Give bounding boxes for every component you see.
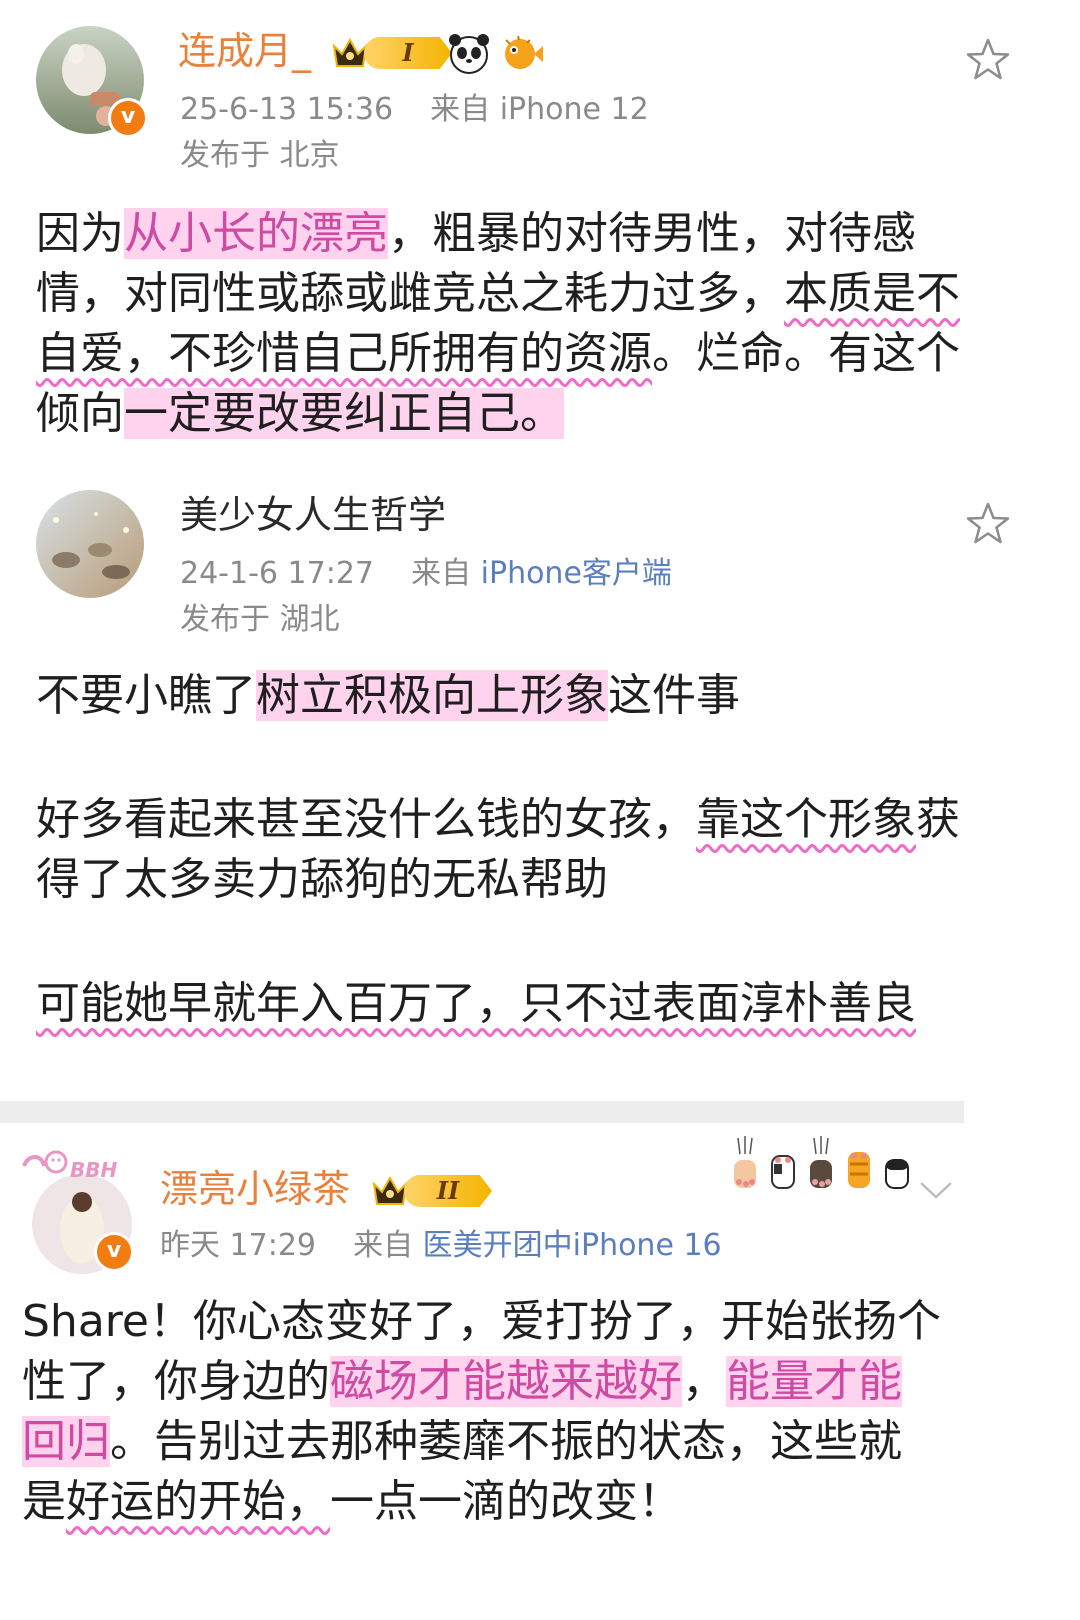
- post-time: 昨天 17:29: [160, 1228, 316, 1263]
- cat-paws-icon: [730, 1134, 912, 1190]
- post-location: 发布于 湖北: [180, 602, 340, 637]
- text-segment: ，: [682, 1356, 726, 1407]
- post-meta: 25-6-13 15:36 来自 iPhone 12: [180, 90, 649, 130]
- comment-paragraph: 不要小瞧了树立积极向上形象这件事: [36, 666, 996, 726]
- highlighted-text: 从小长的漂亮: [124, 208, 388, 259]
- text-segment: 不要小瞧了: [36, 670, 256, 721]
- wavy-underlined-text: 好运的开始，: [66, 1476, 330, 1527]
- pufferfish-icon: [505, 35, 543, 69]
- post-meta: 24-1-6 17:27 来自 iPhone客户端: [180, 554, 672, 594]
- highlighted-text: 磁场才能越来越好: [330, 1356, 682, 1407]
- comment-paragraph: Share！你心态变好了，爱打扮了，开始张扬个性了，你身边的磁场才能越来越好，能…: [22, 1292, 942, 1532]
- text-segment: 好多看起来甚至没什么钱的女孩，: [36, 794, 696, 845]
- text-segment: 这件事: [608, 670, 740, 721]
- highlighted-text: 树立积极向上形象: [256, 670, 608, 721]
- avatar-frame-text: BBH: [70, 1158, 118, 1182]
- chevron-down-icon[interactable]: [918, 1178, 954, 1202]
- paw-icon: [810, 1136, 832, 1188]
- verified-badge: v: [108, 98, 148, 138]
- paw-icon: [771, 1155, 795, 1189]
- username[interactable]: 美少女人生哲学: [180, 492, 446, 538]
- highlighted-text: 一定要改要纠正自己。: [124, 388, 564, 439]
- comment-paragraph: 可能她早就年入百万了，只不过表面淳朴善良: [36, 974, 996, 1034]
- level-badge[interactable]: I: [330, 34, 452, 72]
- comment-body: 不要小瞧了树立积极向上形象这件事 好多看起来甚至没什么钱的女孩，靠这个形象获得了…: [36, 666, 996, 1034]
- text-segment: 一点一滴的改变！: [330, 1476, 682, 1527]
- post-time: 24-1-6 17:27: [180, 556, 374, 591]
- paw-icon: [734, 1136, 756, 1188]
- avatar[interactable]: [36, 490, 144, 598]
- comment-2: 美少女人生哲学 24-1-6 17:27 来自 iPhone客户端 发布于 湖北…: [0, 470, 1080, 1090]
- wavy-underlined-text: 靠这个形象: [696, 794, 916, 845]
- post-location: 发布于 北京: [180, 138, 340, 173]
- paw-icon: [848, 1152, 870, 1188]
- comment-3: BBH v 漂亮小绿茶 II 昨天 17:29 来自 医美开团中iPhone 1…: [0, 1130, 1080, 1620]
- source-device: iPhone 12: [499, 92, 649, 127]
- text-segment: 因为: [36, 208, 124, 259]
- source-prefix: 来自: [353, 1228, 414, 1263]
- comment-body: 因为从小长的漂亮，粗暴的对待男性，对待感情，对同性或舔或雌竞总之耗力过多，本质是…: [36, 204, 996, 444]
- source-prefix: 来自: [430, 92, 491, 127]
- verified-badge: v: [94, 1232, 134, 1272]
- level-badge-label: II: [404, 1175, 492, 1207]
- paragraph-spacer: [36, 726, 996, 790]
- favorite-star-icon[interactable]: [964, 500, 1012, 548]
- favorite-star-icon[interactable]: [964, 36, 1012, 84]
- level-badge-label: I: [364, 37, 452, 69]
- level-badge[interactable]: II: [370, 1172, 492, 1210]
- comment-1: v 连成月_ I 25-6-13 15:36 来自 iPhone 12 发布于 …: [0, 0, 1080, 460]
- comment-body: Share！你心态变好了，爱打扮了，开始张扬个性了，你身边的磁场才能越来越好，能…: [22, 1292, 942, 1532]
- avatar-image: [36, 490, 144, 598]
- comment-paragraph: 因为从小长的漂亮，粗暴的对待男性，对待感情，对同性或舔或雌竞总之耗力过多，本质是…: [36, 204, 996, 444]
- paragraph-spacer: [36, 910, 996, 974]
- username[interactable]: 漂亮小绿茶: [160, 1166, 350, 1212]
- wavy-underlined-text: 可能她早就年入百万了，只不过表面淳朴善良: [36, 978, 916, 1029]
- source-prefix: 来自: [411, 556, 472, 591]
- post-time: 25-6-13 15:36: [180, 92, 394, 127]
- source-device-link[interactable]: iPhone客户端: [481, 556, 672, 591]
- post-meta: 昨天 17:29 来自 医美开团中iPhone 16: [160, 1226, 722, 1266]
- username[interactable]: 连成月_: [178, 28, 311, 74]
- section-divider: [0, 1101, 964, 1123]
- comment-paragraph: 好多看起来甚至没什么钱的女孩，靠这个形象获得了太多卖力舔狗的无私帮助: [36, 790, 996, 910]
- source-device-link[interactable]: 医美开团中iPhone 16: [423, 1228, 722, 1263]
- paw-icon: [885, 1159, 909, 1189]
- panda-icon: [449, 34, 489, 74]
